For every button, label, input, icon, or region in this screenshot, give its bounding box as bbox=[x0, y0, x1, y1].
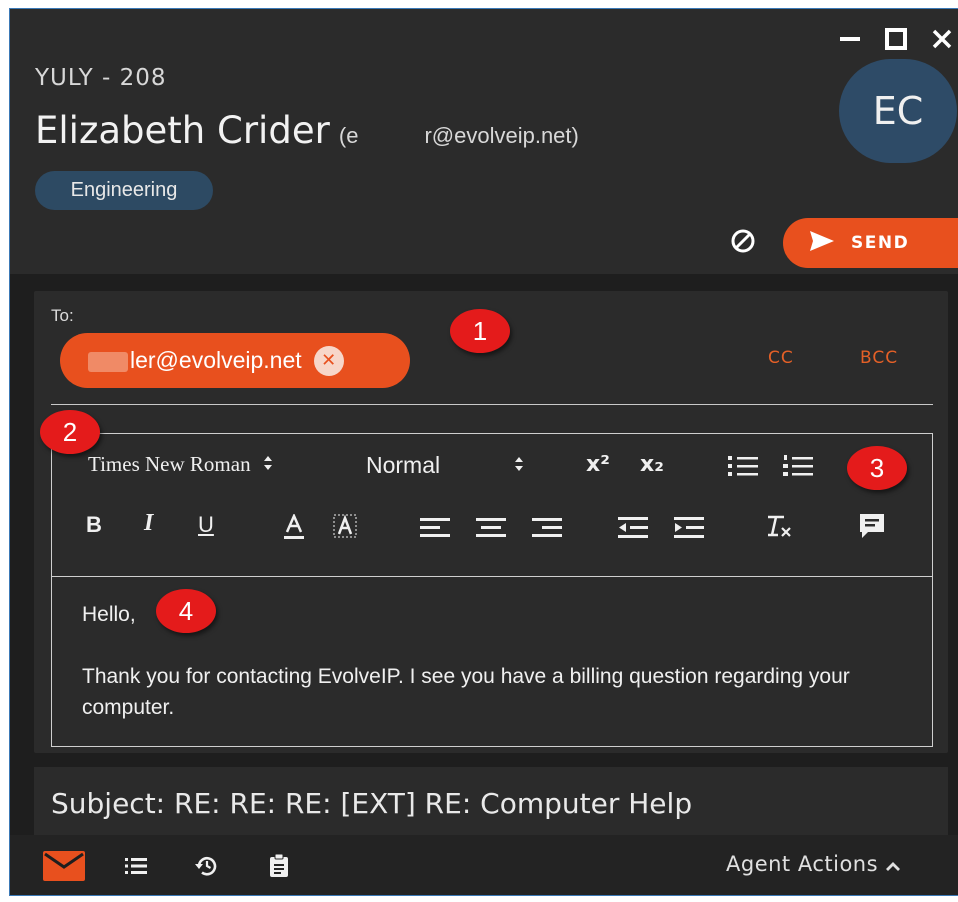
chevron-up-icon bbox=[886, 852, 901, 876]
font-family-value: Times New Roman bbox=[88, 452, 251, 476]
clear-formatting-icon[interactable] bbox=[764, 514, 792, 540]
callout-marker-2: 2 bbox=[40, 410, 100, 454]
callout-marker-1: 1 bbox=[450, 309, 510, 353]
editor-toolbar: Times New Roman Normal x² x₂ B I U bbox=[52, 434, 932, 577]
agent-actions-label: Agent Actions bbox=[726, 852, 879, 876]
remove-recipient-icon[interactable]: ✕ bbox=[313, 345, 344, 376]
highlight-color-icon[interactable] bbox=[333, 514, 357, 540]
align-left-icon[interactable] bbox=[420, 518, 450, 538]
discard-icon[interactable] bbox=[728, 226, 758, 256]
list-icon[interactable] bbox=[121, 851, 151, 881]
contact-name: Elizabeth Crider bbox=[35, 109, 330, 152]
avatar: EC bbox=[839, 59, 957, 163]
contact-email: (e r@evolveip.net) bbox=[338, 123, 579, 148]
maximize-icon[interactable] bbox=[879, 23, 913, 55]
body-paragraph: Thank you for contacting EvolveIP. I see… bbox=[82, 665, 850, 719]
close-icon[interactable] bbox=[925, 23, 958, 55]
window-controls bbox=[833, 23, 958, 55]
outdent-icon[interactable] bbox=[618, 517, 648, 539]
font-family-select[interactable]: Times New Roman bbox=[88, 452, 273, 477]
bullet-list-icon[interactable] bbox=[728, 454, 758, 478]
text-color-icon[interactable] bbox=[282, 514, 306, 540]
select-arrows-icon bbox=[263, 452, 273, 477]
email-compose-window: YULY - 208 Elizabeth Crider (e r@evolvei… bbox=[9, 8, 958, 896]
italic-button[interactable]: I bbox=[144, 510, 153, 537]
numbered-list-icon[interactable] bbox=[783, 454, 813, 478]
subject-line: Subject: RE: RE: RE: [EXT] RE: Computer … bbox=[51, 787, 693, 820]
send-label: SEND bbox=[851, 233, 910, 253]
callout-marker-3: 3 bbox=[847, 446, 907, 490]
compose-panel: To: ler@evolveip.net ✕ CC BCC Times New … bbox=[34, 291, 948, 753]
divider bbox=[51, 404, 933, 405]
underline-button[interactable]: U bbox=[198, 512, 214, 538]
recipient-chip[interactable]: ler@evolveip.net ✕ bbox=[60, 333, 410, 388]
send-icon bbox=[809, 230, 835, 257]
redaction bbox=[88, 351, 128, 372]
callout-marker-4: 4 bbox=[156, 589, 216, 633]
align-right-icon[interactable] bbox=[532, 518, 562, 538]
font-size-value: Normal bbox=[366, 452, 441, 478]
contact-header: YULY - 208 Elizabeth Crider (e r@evolvei… bbox=[10, 9, 958, 274]
indent-icon[interactable] bbox=[674, 517, 704, 539]
queue-id: YULY - 208 bbox=[35, 65, 167, 91]
contact-info: Elizabeth Crider (e r@evolveip.net) bbox=[35, 109, 579, 152]
clipboard-icon[interactable] bbox=[264, 851, 294, 881]
minimize-icon[interactable] bbox=[833, 23, 867, 55]
email-icon[interactable] bbox=[43, 851, 85, 881]
cc-button[interactable]: CC bbox=[768, 348, 794, 368]
select-arrows-icon[interactable] bbox=[514, 456, 524, 472]
subscript-button[interactable]: x₂ bbox=[640, 452, 664, 477]
font-size-select[interactable]: Normal bbox=[366, 452, 440, 479]
superscript-button[interactable]: x² bbox=[586, 452, 610, 477]
bold-button[interactable]: B bbox=[86, 512, 102, 538]
send-button[interactable]: SEND bbox=[783, 218, 958, 268]
recipient-email: ler@evolveip.net bbox=[88, 347, 302, 374]
footer-bar: Agent Actions bbox=[10, 835, 958, 895]
history-icon[interactable] bbox=[192, 851, 222, 881]
subject-panel: Subject: RE: RE: RE: [EXT] RE: Computer … bbox=[34, 767, 948, 837]
bcc-button[interactable]: BCC bbox=[860, 348, 898, 368]
align-center-icon[interactable] bbox=[476, 518, 506, 538]
agent-actions-button[interactable]: Agent Actions bbox=[726, 852, 901, 876]
to-label: To: bbox=[51, 306, 74, 325]
comment-icon[interactable] bbox=[858, 512, 886, 540]
department-tag: Engineering bbox=[35, 171, 213, 210]
